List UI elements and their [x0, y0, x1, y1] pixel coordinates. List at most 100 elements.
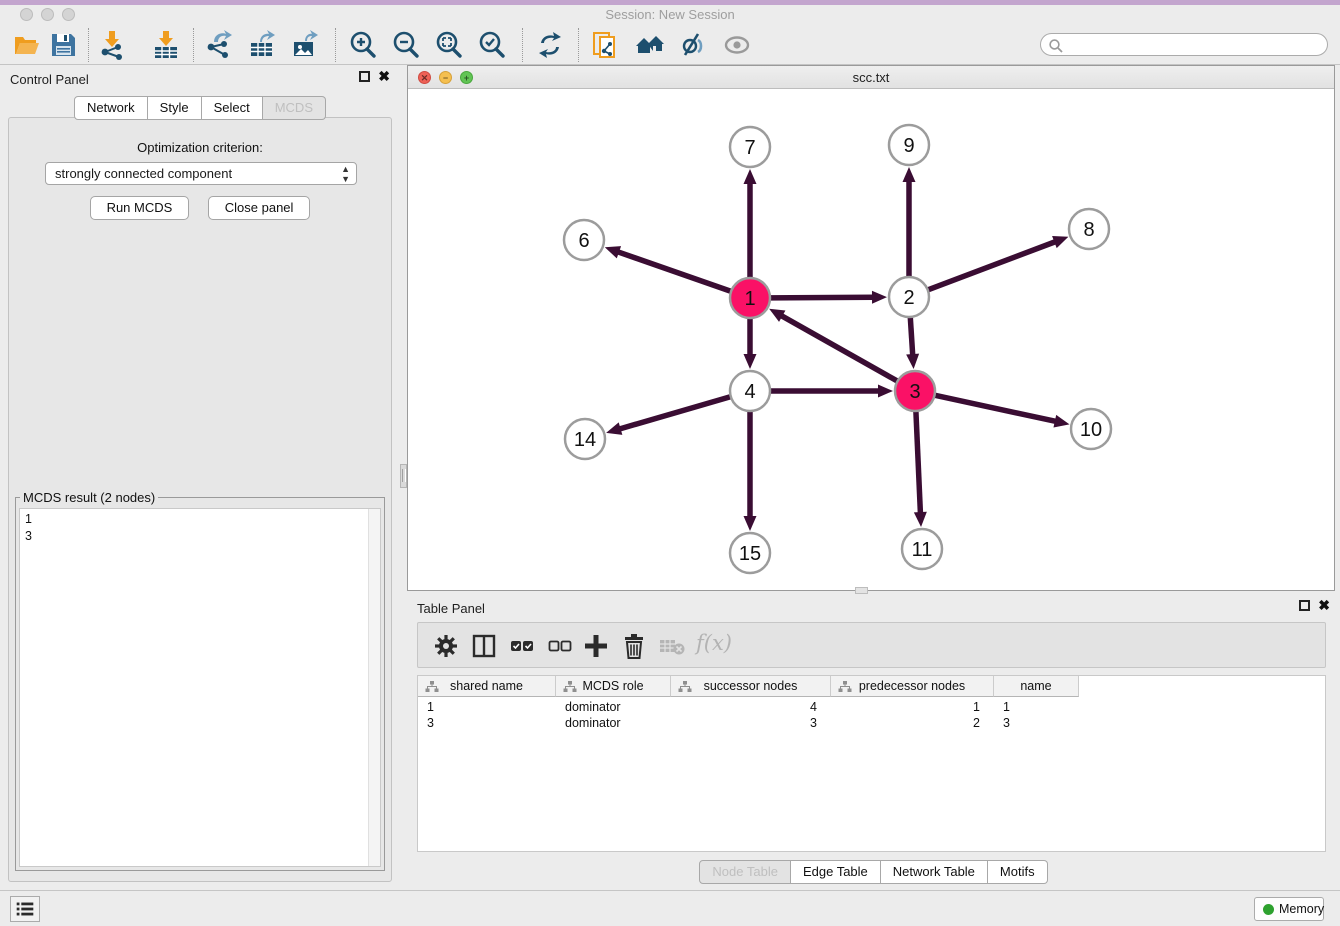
graph-node-15[interactable]: 15: [730, 533, 770, 573]
import-network-icon[interactable]: [97, 30, 127, 60]
tab-select[interactable]: Select: [202, 96, 263, 120]
save-session-icon[interactable]: [48, 30, 78, 60]
float-panel-icon[interactable]: [359, 71, 370, 82]
graph-node-2[interactable]: 2: [889, 277, 929, 317]
table-cell[interactable]: 1: [831, 699, 994, 715]
tab-mcds[interactable]: MCDS: [263, 96, 326, 120]
graph-edge-2-3[interactable]: [910, 317, 912, 356]
hide-details-icon[interactable]: [678, 30, 708, 60]
graph-node-8[interactable]: 8: [1069, 209, 1109, 249]
tab-motifs[interactable]: Motifs: [988, 860, 1048, 884]
tab-style[interactable]: Style: [148, 96, 202, 120]
close-table-panel-icon[interactable]: ✖: [1318, 600, 1330, 611]
select-all-icon[interactable]: [508, 632, 536, 660]
mcds-result-textarea[interactable]: 1 3: [19, 508, 381, 867]
tab-edge-table[interactable]: Edge Table: [791, 860, 881, 884]
export-table-icon[interactable]: [248, 30, 278, 60]
graph-node-9[interactable]: 9: [889, 125, 929, 165]
graph-edge-1-6[interactable]: [617, 252, 731, 292]
columns-icon[interactable]: [470, 632, 498, 660]
table-cell[interactable]: 1: [418, 699, 556, 715]
table-cell[interactable]: 2: [831, 715, 994, 731]
graph-edge-1-2[interactable]: [770, 297, 874, 298]
network-window-titlebar[interactable]: ✕ − + scc.txt: [408, 66, 1334, 89]
column-header-shared-name[interactable]: shared name: [418, 676, 556, 697]
graph-edge-3-1[interactable]: [780, 315, 897, 381]
svg-text:10: 10: [1080, 419, 1102, 441]
memory-button[interactable]: Memory: [1254, 897, 1324, 921]
delete-table-icon[interactable]: [658, 632, 686, 660]
open-session-icon[interactable]: [12, 30, 42, 60]
import-table-icon[interactable]: [151, 30, 181, 60]
zoom-fit-icon[interactable]: [434, 30, 464, 60]
mcds-result-legend: MCDS result (2 nodes): [20, 490, 158, 505]
graph-edge-3-10[interactable]: [935, 395, 1057, 421]
window-title: Session: New Session: [0, 7, 1340, 22]
delete-column-icon[interactable]: [620, 632, 648, 660]
graph-arrowhead-1-6: [605, 246, 621, 258]
graph-node-3[interactable]: 3: [895, 371, 935, 411]
float-table-panel-icon[interactable]: [1299, 600, 1310, 611]
graph-arrowhead-4-15: [744, 516, 757, 531]
gear-icon[interactable]: [432, 632, 460, 660]
column-header-name[interactable]: name: [994, 676, 1079, 697]
table-cell[interactable]: 4: [671, 699, 831, 715]
result-scrollbar[interactable]: [368, 509, 380, 866]
network-view-window: ✕ − + scc.txt 7 9 6 8 1 2 4 3 14 10 15 11: [407, 65, 1335, 591]
svg-text:11: 11: [912, 539, 933, 561]
tab-node-table[interactable]: Node Table: [699, 860, 791, 884]
graph-arrowhead-2-8: [1052, 236, 1068, 248]
add-column-icon[interactable]: [582, 632, 610, 660]
memory-status-dot: [1263, 904, 1274, 915]
optimization-criterion-select[interactable]: strongly connected component ▲▼: [45, 162, 357, 185]
graph-node-11[interactable]: 11: [902, 529, 942, 569]
unselect-all-icon[interactable]: [546, 632, 574, 660]
dropdown-value: strongly connected component: [55, 166, 232, 181]
graph-arrowhead-2-3: [906, 354, 919, 369]
tab-network-table[interactable]: Network Table: [881, 860, 988, 884]
panel-splitter-handle[interactable]: [400, 464, 407, 488]
table-cell[interactable]: 3: [671, 715, 831, 731]
zoom-out-icon[interactable]: [391, 30, 421, 60]
network-graph[interactable]: 7 9 6 8 1 2 4 3 14 10 15 11: [408, 89, 1334, 590]
close-panel-icon[interactable]: ✖: [378, 71, 390, 82]
zoom-selected-icon[interactable]: [477, 30, 507, 60]
graph-arrowhead-4-3: [878, 385, 893, 398]
column-header-MCDS-role[interactable]: MCDS role: [556, 676, 671, 697]
graph-node-4[interactable]: 4: [730, 371, 770, 411]
refresh-icon[interactable]: [535, 30, 565, 60]
graph-edge-3-11[interactable]: [916, 411, 921, 514]
function-builder-icon[interactable]: f(x): [696, 631, 732, 655]
tab-network[interactable]: Network: [74, 96, 148, 120]
column-header-predecessor-nodes[interactable]: predecessor nodes: [831, 676, 994, 697]
table-cell[interactable]: 3: [994, 715, 1079, 731]
homes-icon[interactable]: [634, 30, 664, 60]
graph-edge-4-14[interactable]: [619, 397, 731, 430]
graph-edge-2-8[interactable]: [928, 241, 1057, 290]
table-cell[interactable]: 1: [994, 699, 1079, 715]
export-image-icon[interactable]: [291, 30, 321, 60]
run-mcds-button[interactable]: Run MCDS: [90, 196, 190, 220]
table-cell[interactable]: 3: [418, 715, 556, 731]
export-network-icon[interactable]: [204, 30, 234, 60]
task-history-button[interactable]: [10, 896, 40, 922]
graph-arrowhead-3-10: [1053, 415, 1069, 428]
main-toolbar: [0, 24, 1340, 65]
show-eye-icon[interactable]: [722, 30, 752, 60]
zoom-in-icon[interactable]: [348, 30, 378, 60]
column-header-successor-nodes[interactable]: successor nodes: [671, 676, 831, 697]
toolbar-separator: [193, 28, 194, 62]
graph-node-7[interactable]: 7: [730, 127, 770, 167]
graph-arrowhead-4-14: [606, 422, 622, 434]
table-cell[interactable]: dominator: [556, 699, 671, 715]
network-file-icon[interactable]: [591, 30, 621, 60]
search-input[interactable]: [1067, 35, 1322, 54]
table-cell[interactable]: dominator: [556, 715, 671, 731]
graph-node-1[interactable]: 1: [730, 278, 770, 318]
graph-node-10[interactable]: 10: [1071, 409, 1111, 449]
table-splitter-handle[interactable]: [855, 587, 868, 594]
close-panel-button[interactable]: Close panel: [208, 196, 311, 220]
graph-node-14[interactable]: 14: [565, 419, 605, 459]
graph-node-6[interactable]: 6: [564, 220, 604, 260]
toolbar-separator: [335, 28, 336, 62]
